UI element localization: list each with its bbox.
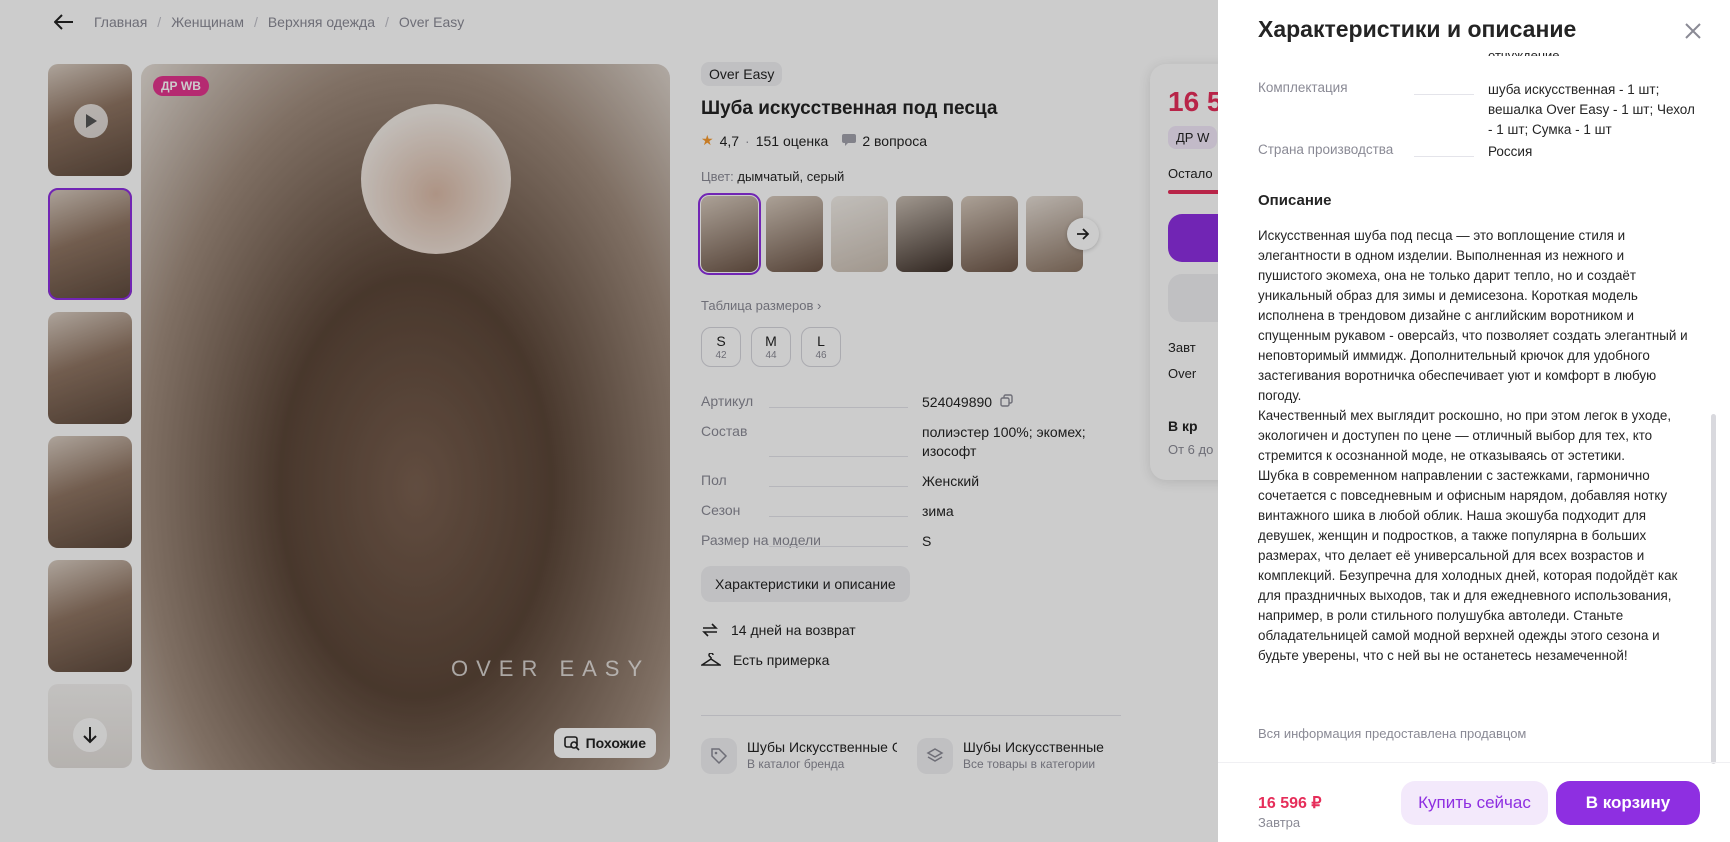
- close-icon[interactable]: [1680, 18, 1706, 44]
- description-text: Искусственная шуба под песца — это вопло…: [1258, 226, 1692, 666]
- drawer-attr-value: Россия: [1488, 144, 1533, 159]
- seller-note: Вся информация предоставлена продавцом: [1258, 726, 1527, 741]
- description-paragraph: Шубка в современном направлении с застеж…: [1258, 468, 1678, 663]
- description-heading: Описание: [1258, 192, 1332, 209]
- drawer-attr-key: Комплектация: [1258, 80, 1488, 140]
- buy-now-button[interactable]: Купить сейчас: [1401, 781, 1548, 825]
- footer-delivery-date: Завтра: [1258, 815, 1301, 830]
- drawer-attr-row: Страна производства Россия: [1258, 142, 1698, 162]
- drawer-scrollbar[interactable]: [1711, 414, 1716, 764]
- description-paragraph: Качественный мех выглядит роскошно, но п…: [1258, 408, 1672, 463]
- clipped-value: отчуждение: [1488, 48, 1560, 56]
- drawer-footer: 16 596 ₽ Завтра Купить сейчас В корзину: [1218, 762, 1730, 842]
- drawer-title: Характеристики и описание: [1258, 16, 1577, 42]
- add-to-cart-button[interactable]: В корзину: [1556, 781, 1700, 825]
- footer-price: 16 596 ₽: [1258, 795, 1322, 812]
- characteristics-drawer: Характеристики и описание отчуждение Ком…: [1218, 0, 1730, 842]
- drawer-attr-value: шуба искусственная - 1 шт; вешалка Over …: [1488, 82, 1695, 137]
- description-paragraph: Искусственная шуба под песца — это вопло…: [1258, 228, 1688, 403]
- drawer-attr-key: Страна производства: [1258, 142, 1488, 162]
- drawer-attr-row: Комплектация шуба искусственная - 1 шт; …: [1258, 80, 1698, 140]
